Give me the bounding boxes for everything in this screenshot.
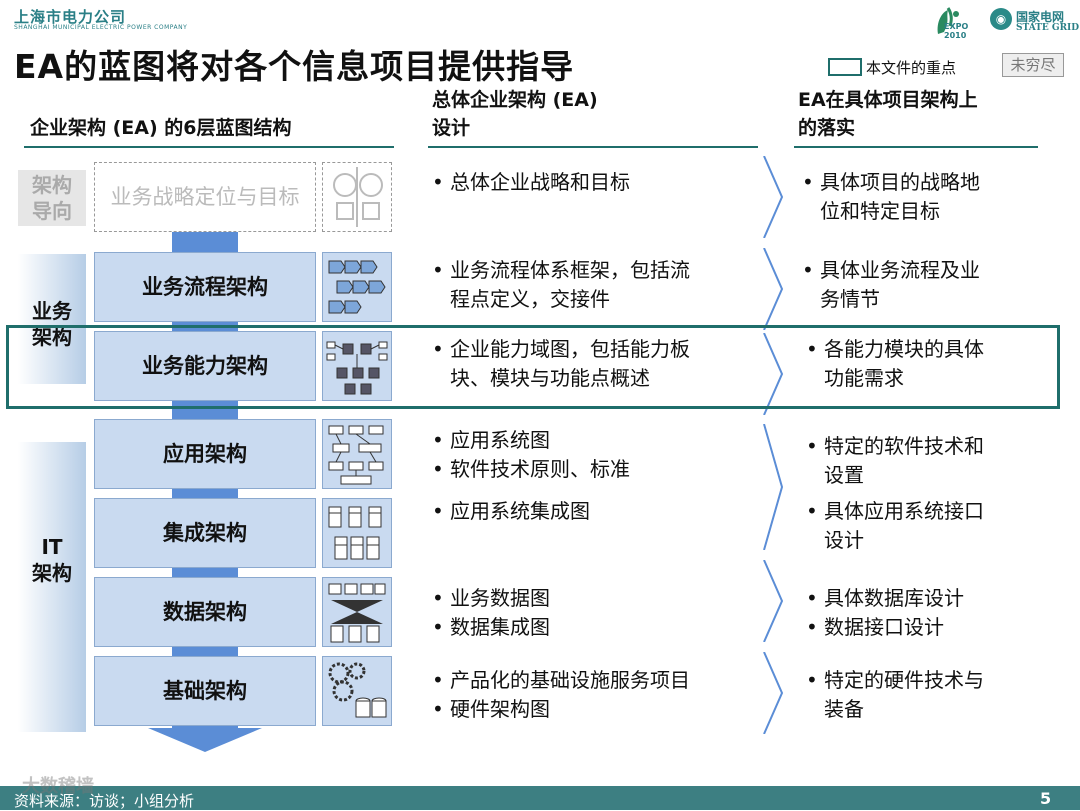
impl-strategy-line1: 具体项目的战略地 xyxy=(820,170,980,194)
impl-data-item1: 具体数据库设计 xyxy=(824,586,964,610)
impl-infra-line2: 装备 xyxy=(824,697,864,721)
design-process: • 业务流程体系框架，包括流 程点定义，交接件 xyxy=(432,256,690,314)
impl-integration-line2: 设计 xyxy=(824,528,864,552)
header-rule-col1 xyxy=(24,146,394,148)
column-header-impl-line2: 的落实 xyxy=(798,117,856,139)
integration-icon xyxy=(322,498,392,568)
page-number: 5 xyxy=(1040,789,1052,808)
layer-integration: 集成架构 xyxy=(94,498,316,568)
design-app-item2: 软件技术原则、标准 xyxy=(450,457,630,481)
layer-data: 数据架构 xyxy=(94,577,316,647)
impl-app-line2: 设置 xyxy=(824,463,864,487)
sidebar-group-orientation: 架构 导向 xyxy=(18,170,86,226)
impl-strategy-line2: 位和特定目标 xyxy=(820,199,940,223)
design-infra-item2: 硬件架构图 xyxy=(450,697,550,721)
sidebar-group-orientation-line1: 架构 xyxy=(32,173,72,197)
layer-business-process: 业务流程架构 xyxy=(94,252,316,322)
design-process-line2: 程点定义，交接件 xyxy=(450,287,610,311)
impl-infra-line1: 特定的硬件技术与 xyxy=(824,668,984,692)
layer-application: 应用架构 xyxy=(94,419,316,489)
sidebar-group-orientation-line2: 导向 xyxy=(32,199,72,223)
chevron-right-icon xyxy=(763,424,784,550)
column-header-design-line2: 设计 xyxy=(432,117,471,139)
impl-process: • 具体业务流程及业 务情节 xyxy=(802,256,980,314)
design-strategy-line1: 总体企业战略和目标 xyxy=(450,170,630,194)
state-grid-logo-icon: ◉ xyxy=(990,8,1012,30)
design-process-line1: 业务流程体系框架，包括流 xyxy=(450,258,690,282)
chevron-right-icon xyxy=(763,156,784,238)
expo-logo: EXPO 2010 xyxy=(930,4,980,48)
column-header-impl-line1: EA在具体项目架构上 xyxy=(798,89,978,111)
impl-data: • 具体数据库设计 • 数据接口设计 xyxy=(806,586,964,639)
infrastructure-gears-icon xyxy=(322,656,392,726)
impl-strategy: • 具体项目的战略地 位和特定目标 xyxy=(802,168,980,226)
sidebar-group-business-line1: 业务 xyxy=(32,299,72,323)
impl-integration: • 具体应用系统接口 设计 xyxy=(806,497,984,555)
state-grid-logo: ◉ 国家电网 STATE GRID xyxy=(990,6,1080,50)
sidebar-group-it-line2: 架构 xyxy=(32,561,72,585)
design-application: • 应用系统图 • 软件技术原则、标准 xyxy=(432,428,630,481)
focus-highlight-rect xyxy=(6,325,1060,409)
legend-swatch xyxy=(828,58,862,76)
impl-infrastructure: • 特定的硬件技术与 装备 xyxy=(806,666,984,724)
impl-data-item2: 数据接口设计 xyxy=(824,615,944,639)
layer-strategy: 业务战略定位与目标 xyxy=(94,162,316,232)
sidebar-group-it: IT 架构 xyxy=(18,442,86,732)
impl-app-line1: 特定的软件技术和 xyxy=(824,434,984,458)
footer-watermark: 大数稽墙 xyxy=(22,776,94,797)
state-grid-logo-en: STATE GRID xyxy=(1016,23,1080,33)
impl-integration-line1: 具体应用系统接口 xyxy=(824,499,984,523)
design-infra-item1: 产品化的基础设施服务项目 xyxy=(450,668,690,692)
impl-application: • 特定的软件技术和 设置 xyxy=(806,432,984,490)
strategy-icon xyxy=(322,162,392,232)
company-logo-en: SHANGHAI MUNICIPAL ELECTRIC POWER COMPAN… xyxy=(14,24,188,31)
header-rule-col3 xyxy=(794,146,1038,148)
application-diagram-icon xyxy=(322,419,392,489)
impl-process-line2: 务情节 xyxy=(820,287,880,311)
unfinished-badge: 未穷尽 xyxy=(1002,53,1064,77)
sidebar-group-it-line1: IT xyxy=(41,535,63,559)
design-strategy: • 总体企业战略和目标 xyxy=(432,170,630,194)
data-model-icon xyxy=(322,577,392,647)
down-arrow-head xyxy=(148,728,262,752)
expo-logo-text: EXPO 2010 xyxy=(944,22,969,40)
design-infrastructure: • 产品化的基础设施服务项目 • 硬件架构图 xyxy=(432,668,690,721)
column-header-blueprint: 企业架构 (EA) 的6层蓝图结构 xyxy=(30,117,292,139)
column-header-design-line1: 总体企业架构 (EA) xyxy=(432,89,598,111)
design-integration-item1: 应用系统集成图 xyxy=(450,499,590,523)
header-rule-col2 xyxy=(428,146,758,148)
design-data-item2: 数据集成图 xyxy=(450,615,550,639)
chevron-right-icon xyxy=(763,248,784,330)
column-header-design: 总体企业架构 (EA) 设计 xyxy=(432,86,598,142)
design-app-item1: 应用系统图 xyxy=(450,428,550,452)
layer-infrastructure: 基础架构 xyxy=(94,656,316,726)
impl-process-line1: 具体业务流程及业 xyxy=(820,258,980,282)
chevron-right-icon xyxy=(763,560,784,642)
chevron-right-icon xyxy=(763,652,784,734)
design-data: • 业务数据图 • 数据集成图 xyxy=(432,586,550,639)
legend-label: 本文件的重点 xyxy=(866,59,957,77)
column-header-implementation: EA在具体项目架构上 的落实 xyxy=(798,86,978,142)
process-flow-icon xyxy=(322,252,392,322)
page-title: EA的蓝图将对各个信息项目提供指导 xyxy=(14,47,575,86)
design-integration: • 应用系统集成图 xyxy=(432,499,590,523)
design-data-item1: 业务数据图 xyxy=(450,586,550,610)
